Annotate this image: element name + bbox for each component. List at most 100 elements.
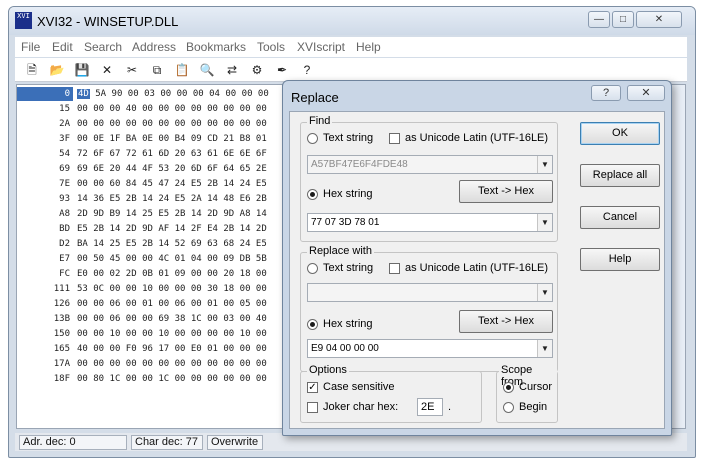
hex-byte[interactable]: 00	[258, 89, 269, 99]
hex-byte[interactable]: 00	[207, 329, 218, 339]
hex-byte[interactable]: 00	[142, 374, 153, 384]
hex-byte[interactable]: 00	[175, 329, 186, 339]
hex-byte[interactable]: 65	[240, 164, 251, 174]
close-icon[interactable]: ✕	[98, 62, 116, 78]
hex-byte[interactable]: 00	[240, 359, 251, 369]
hex-byte[interactable]: 6F	[207, 164, 218, 174]
hex-byte[interactable]: 00	[126, 254, 137, 264]
find-unicode-checkbox[interactable]	[389, 133, 400, 144]
hex-byte[interactable]: 00	[256, 119, 267, 129]
hex-byte[interactable]: 00	[223, 374, 234, 384]
joker-input[interactable]: 2E	[417, 398, 443, 416]
hex-row[interactable]: 4D 5A 90 00 03 00 00 00 04 00 00 00	[77, 87, 269, 101]
hex-byte[interactable]: 2B	[223, 224, 234, 234]
hex-byte[interactable]: 00	[207, 374, 218, 384]
hex-byte[interactable]: 06	[110, 314, 121, 324]
hex-row[interactable]: 00 80 1C 00 00 1C 00 00 00 00 00 00	[77, 372, 267, 386]
hex-byte[interactable]: 5A	[95, 89, 106, 99]
hex-byte[interactable]: E5	[175, 194, 186, 204]
hex-byte[interactable]: 6E	[240, 149, 251, 159]
hex-byte[interactable]: 00	[242, 89, 253, 99]
hex-byte[interactable]: 00	[191, 104, 202, 114]
hex-byte[interactable]: 01	[256, 134, 267, 144]
hex-byte[interactable]: 0E	[93, 134, 104, 144]
hex-row[interactable]: 00 00 10 00 00 10 00 00 00 00 10 00	[77, 327, 267, 341]
find-icon[interactable]: 🔍	[198, 62, 216, 78]
hex-byte[interactable]: 9D	[223, 209, 234, 219]
copy-icon[interactable]: ⧉	[148, 62, 166, 78]
hex-byte[interactable]: 44	[126, 164, 137, 174]
dialog-close-icon[interactable]: ✕	[627, 85, 665, 101]
replace-hex-radio[interactable]	[307, 319, 318, 330]
hex-byte[interactable]: AF	[158, 224, 169, 234]
hex-byte[interactable]: 01	[207, 299, 218, 309]
hex-byte[interactable]: 2D	[77, 209, 88, 219]
maximize-button[interactable]: □	[612, 11, 634, 28]
hex-byte[interactable]: 61	[142, 149, 153, 159]
menu-tools[interactable]: Tools	[257, 40, 285, 54]
hex-byte[interactable]: 90	[112, 89, 123, 99]
hex-byte[interactable]: 69	[191, 239, 202, 249]
hex-byte[interactable]: B4	[175, 134, 186, 144]
hex-byte[interactable]: 14	[142, 194, 153, 204]
chevron-down-icon[interactable]: ▼	[537, 284, 552, 301]
hex-byte[interactable]: 1F	[110, 134, 121, 144]
hex-byte[interactable]: 00	[175, 104, 186, 114]
hex-row[interactable]: 00 00 00 00 00 00 00 00 00 00 00 00	[77, 357, 267, 371]
scope-cursor-radio[interactable]	[503, 382, 514, 393]
hex-byte[interactable]: 00	[158, 134, 169, 144]
hex-byte[interactable]: 6F	[256, 149, 267, 159]
hex-byte[interactable]: 00	[142, 119, 153, 129]
hex-byte[interactable]: 00	[223, 329, 234, 339]
hex-byte[interactable]: 00	[158, 359, 169, 369]
hex-byte[interactable]: 00	[191, 284, 202, 294]
hex-byte[interactable]: 00	[158, 299, 169, 309]
close-window-button[interactable]: ✕	[636, 11, 682, 28]
hex-byte[interactable]: 24	[240, 179, 251, 189]
hex-byte[interactable]: 00	[240, 374, 251, 384]
chevron-down-icon[interactable]: ▼	[537, 340, 552, 357]
hex-byte[interactable]: DB	[240, 254, 251, 264]
chevron-down-icon[interactable]: ▼	[537, 156, 552, 173]
hex-byte[interactable]: 01	[142, 299, 153, 309]
hex-byte[interactable]: 40	[77, 344, 88, 354]
hex-byte[interactable]: 2D	[207, 209, 218, 219]
hex-byte[interactable]: CD	[207, 134, 218, 144]
hex-byte[interactable]: 2A	[191, 194, 202, 204]
hex-byte[interactable]: 01	[175, 254, 186, 264]
help-icon[interactable]: ?	[298, 62, 316, 78]
hex-row[interactable]: 00 50 45 00 00 4C 01 04 00 09 DB 5B	[77, 252, 267, 266]
hex-byte[interactable]: F0	[126, 344, 137, 354]
hex-byte[interactable]: 24	[158, 194, 169, 204]
hex-byte[interactable]: 00	[191, 299, 202, 309]
hex-byte[interactable]: 14	[110, 224, 121, 234]
hex-byte[interactable]: 6D	[191, 164, 202, 174]
hex-byte[interactable]: 25	[110, 239, 121, 249]
hex-byte[interactable]: 00	[175, 344, 186, 354]
hex-row[interactable]: 00 00 06 00 00 69 38 1C 00 03 00 40	[77, 312, 267, 326]
hex-byte[interactable]: 00	[177, 89, 188, 99]
hex-byte[interactable]: 0E	[142, 134, 153, 144]
hex-byte[interactable]: 00	[93, 329, 104, 339]
replace-icon[interactable]: ⇄	[223, 62, 241, 78]
hex-byte[interactable]: 2D	[256, 224, 267, 234]
hex-byte[interactable]: 00	[191, 119, 202, 129]
menu-help[interactable]: Help	[356, 40, 381, 54]
hex-byte[interactable]: 00	[191, 359, 202, 369]
hex-byte[interactable]: 6E	[223, 149, 234, 159]
hex-byte[interactable]: 6D	[158, 149, 169, 159]
hex-byte[interactable]: 00	[175, 374, 186, 384]
hex-byte[interactable]: 72	[77, 149, 88, 159]
hex-byte[interactable]: 00	[175, 284, 186, 294]
hex-byte[interactable]: 09	[191, 134, 202, 144]
hex-byte[interactable]: 4F	[142, 164, 153, 174]
hex-row[interactable]: 2D 9D B9 14 25 E5 2B 14 2D 9D A8 14	[77, 207, 267, 221]
find-text-radio[interactable]	[307, 133, 318, 144]
hex-byte[interactable]: 00	[158, 284, 169, 294]
hex-byte[interactable]: 2B	[142, 239, 153, 249]
hex-byte[interactable]: 68	[223, 239, 234, 249]
hex-byte[interactable]: 00	[256, 104, 267, 114]
replace-hex-combo[interactable]: E9 04 00 00 00 ▼	[307, 339, 553, 358]
hex-byte[interactable]: 01	[158, 269, 169, 279]
dialog-help-icon[interactable]: ?	[591, 85, 621, 101]
